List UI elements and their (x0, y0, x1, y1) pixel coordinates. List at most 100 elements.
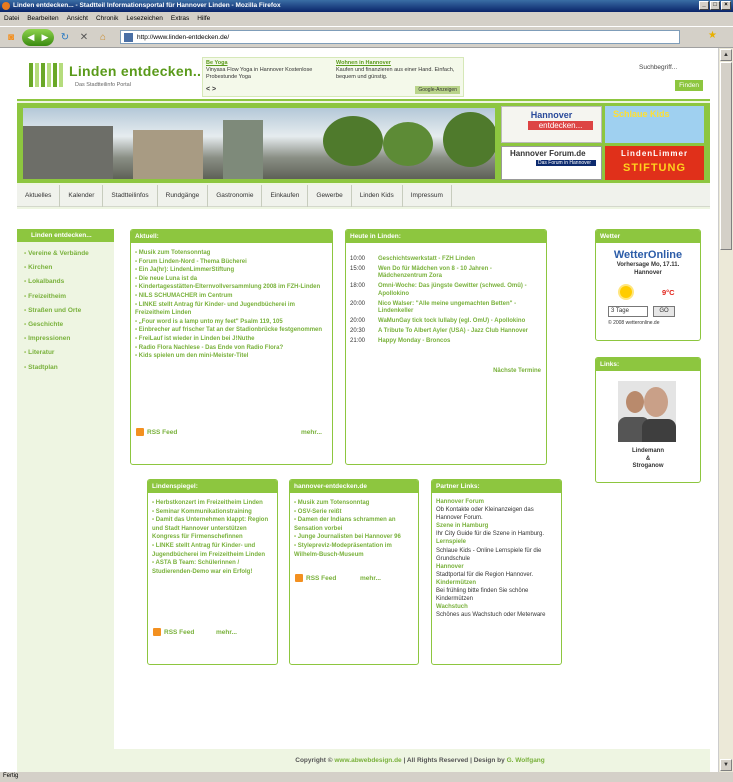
banner-hannover-entdecken[interactable]: Hannover entdecken... (501, 106, 602, 143)
wetter-copyright[interactable]: © 2008 wetteronline.de (608, 320, 660, 326)
list-item[interactable]: Musik zum Totensonntag (135, 249, 328, 258)
list-item[interactable]: FreiLauf ist wieder in Linden bei J!Nuth… (135, 335, 328, 344)
event-link[interactable]: Happy Monday - Broncos (378, 338, 450, 345)
lindenspiegel-rss-link[interactable]: RSS Feed (153, 628, 194, 636)
close-button[interactable]: × (721, 1, 731, 10)
nav-stadtteilinfos[interactable]: Stadtteilinfos (103, 185, 158, 207)
footer-link-abwebdesign[interactable]: www.abwebdesign.de (334, 757, 401, 764)
event-link[interactable]: Omni-Woche: Das jüngste Gewitter (schwed… (378, 283, 542, 297)
search-button[interactable]: Finden (675, 80, 703, 91)
menu-ansicht[interactable]: Ansicht (67, 15, 88, 26)
sidebar-item-vereine[interactable]: Vereine & Verbände (17, 247, 114, 261)
event-link[interactable]: Nico Walser: "Alle meine ungemachten Bet… (378, 301, 542, 315)
partner-link[interactable]: Hannover Forum (436, 498, 557, 506)
list-item[interactable]: Damen der Indians schrammen an Sensation… (294, 516, 414, 533)
nav-einkaufen[interactable]: Einkaufen (262, 185, 309, 207)
list-item[interactable]: Musik zum Totensonntag (294, 499, 414, 508)
forecast-go-button[interactable]: GO (653, 306, 675, 317)
aktuell-rss-link[interactable]: RSS Feed (136, 428, 177, 436)
maximize-button[interactable]: □ (710, 1, 720, 10)
partner-link[interactable]: Hannover (436, 563, 557, 571)
scroll-up-arrow[interactable]: ▲ (720, 49, 732, 61)
reload-icon[interactable]: ↻ (57, 29, 73, 45)
site-title[interactable]: Linden entdecken... (69, 63, 205, 79)
list-item[interactable]: Die neue Luna ist da (135, 275, 328, 284)
lindenspiegel-more-link[interactable]: mehr... (216, 629, 237, 636)
partner-link[interactable]: Kindermützen (436, 579, 557, 587)
list-item[interactable]: Junge Journalisten bei Hannover 96 (294, 533, 414, 542)
nav-rundgaenge[interactable]: Rundgänge (158, 185, 209, 207)
sidebar-item-literatur[interactable]: Literatur (17, 346, 114, 360)
sidebar-item-freizeitheim[interactable]: Freizeitheim (17, 290, 114, 304)
ad-1-title[interactable]: Be Yoga (206, 60, 331, 67)
sidebar-item-stadtplan[interactable]: Stadtplan (17, 361, 114, 375)
banner-hannover-forum[interactable]: Hannover Forum.de Das Forum in Hannover (501, 146, 602, 180)
stop-icon[interactable]: ✕ (76, 29, 92, 45)
ad-1[interactable]: Be Yoga Vinyasa Flow Yoga in Hannover Ko… (206, 60, 331, 81)
banner-lindenlimmer-stiftung[interactable]: LindenLimmer STIFTUNG (605, 146, 704, 180)
menu-bearbeiten[interactable]: Bearbeiten (27, 15, 58, 26)
list-item[interactable]: Seminar Kommunikationstraining (152, 508, 273, 517)
hannover-more-link[interactable]: mehr... (360, 575, 381, 582)
ad-nav-arrows[interactable]: < > (206, 86, 216, 93)
ad-2[interactable]: Wohnen in Hannover Kaufen und finanziere… (336, 60, 461, 81)
scroll-down-arrow[interactable]: ▼ (720, 759, 732, 771)
list-item[interactable]: Einbrecher auf frischer Tat an der Stadi… (135, 326, 328, 335)
sidebar-item-kirchen[interactable]: Kirchen (17, 261, 114, 275)
event-link[interactable]: WaMunGay tick tock lullaby (egl. OmU) - … (378, 318, 525, 325)
sidebar-item-lokalbands[interactable]: Lokalbands (17, 275, 114, 289)
banner-schlaue-kids[interactable]: Schlaue Kids (605, 106, 704, 143)
sidebar-item-strassen[interactable]: Straßen und Orte (17, 304, 114, 318)
partner-link[interactable]: Lernspiele (436, 538, 557, 546)
forecast-days-select[interactable]: 3 Tage (608, 306, 648, 317)
list-item[interactable]: NILS SCHUMACHER im Centrum (135, 292, 328, 301)
menu-extras[interactable]: Extras (171, 15, 189, 26)
list-item[interactable]: ASTA B Team: Schülerinnen / Studierenden… (152, 559, 273, 576)
sidebar-item-geschichte[interactable]: Geschichte (17, 318, 114, 332)
menu-lesezeichen[interactable]: Lesezeichen (126, 15, 163, 26)
rss-toolbar-icon[interactable]: ◙ (3, 29, 19, 45)
menu-chronik[interactable]: Chronik (96, 15, 118, 26)
list-item[interactable]: Damit das Unternehmen klappt: Region und… (152, 516, 273, 542)
hannover-rss-link[interactable]: RSS Feed (295, 574, 336, 582)
bookmark-star-icon[interactable]: ★ (708, 30, 717, 41)
list-item[interactable]: Ein Ja(hr): LindenLimmerStiftung (135, 266, 328, 275)
list-item[interactable]: OSV-Serie reißt (294, 508, 414, 517)
site-logo-icon[interactable] (29, 63, 65, 87)
partner-link[interactable]: Wachstuch (436, 603, 557, 611)
forward-button[interactable]: ▶ (38, 32, 52, 43)
nav-impressum[interactable]: Impressum (403, 185, 452, 207)
menu-hilfe[interactable]: Hilfe (197, 15, 210, 26)
list-item[interactable]: LINKE stellt Antrag für Kinder- und Juge… (135, 301, 328, 318)
event-link[interactable]: Geschichtswerkstatt - FZH Linden (378, 256, 475, 263)
nav-linden-kids[interactable]: Linden Kids (352, 185, 403, 207)
menu-datei[interactable]: Datei (4, 15, 19, 26)
url-bar[interactable]: http://www.linden-entdecken.de/ (120, 30, 680, 44)
partner-link[interactable]: Szene in Hamburg (436, 522, 557, 530)
list-item[interactable]: Herbstkonzert im Freizeitheim Linden (152, 499, 273, 508)
nav-gewerbe[interactable]: Gewerbe (308, 185, 352, 207)
list-item[interactable]: LINKE stellt Antrag für Kinder- und Juge… (152, 542, 273, 559)
list-item[interactable]: „Four word is a lamp unto my feet" Psalm… (135, 318, 328, 327)
list-item[interactable]: Radio Flora Nachlese - Das Ende von Radi… (135, 344, 328, 353)
list-item[interactable]: Kindertagesstätten-Elternvollversammlung… (135, 283, 328, 292)
nav-aktuelles[interactable]: Aktuelles (17, 185, 61, 207)
sidebar-item-impressionen[interactable]: Impressionen (17, 332, 114, 346)
lindemann-stroganow-photo[interactable] (618, 381, 676, 442)
ad-2-title[interactable]: Wohnen in Hannover (336, 60, 461, 67)
google-ads-badge[interactable]: Google-Anzeigen (415, 86, 460, 94)
back-button[interactable]: ◀ (24, 32, 38, 43)
search-input[interactable]: Suchbegriff... (639, 64, 677, 71)
aktuell-more-link[interactable]: mehr... (301, 429, 322, 436)
list-item[interactable]: Forum Linden-Nord - Thema Bücherei (135, 258, 328, 267)
vertical-scrollbar[interactable]: ▲ ▼ (718, 48, 733, 772)
event-link[interactable]: A Tribute To Albert Ayler (USA) - Jazz C… (378, 328, 528, 335)
list-item[interactable]: Stylepreviz-Modepräsentation im Wilhelm-… (294, 542, 414, 559)
next-events-link[interactable]: Nächste Termine (493, 368, 541, 374)
nav-kalender[interactable]: Kalender (60, 185, 104, 207)
list-item[interactable]: Kids spielen um den mini-Meister-Titel (135, 352, 328, 361)
footer-link-designer[interactable]: G. Wolfgang (507, 757, 545, 764)
event-link[interactable]: Wen Do für Mädchen von 8 - 10 Jahren - M… (378, 266, 542, 280)
scroll-thumb[interactable] (720, 62, 732, 250)
minimize-button[interactable]: _ (699, 1, 709, 10)
